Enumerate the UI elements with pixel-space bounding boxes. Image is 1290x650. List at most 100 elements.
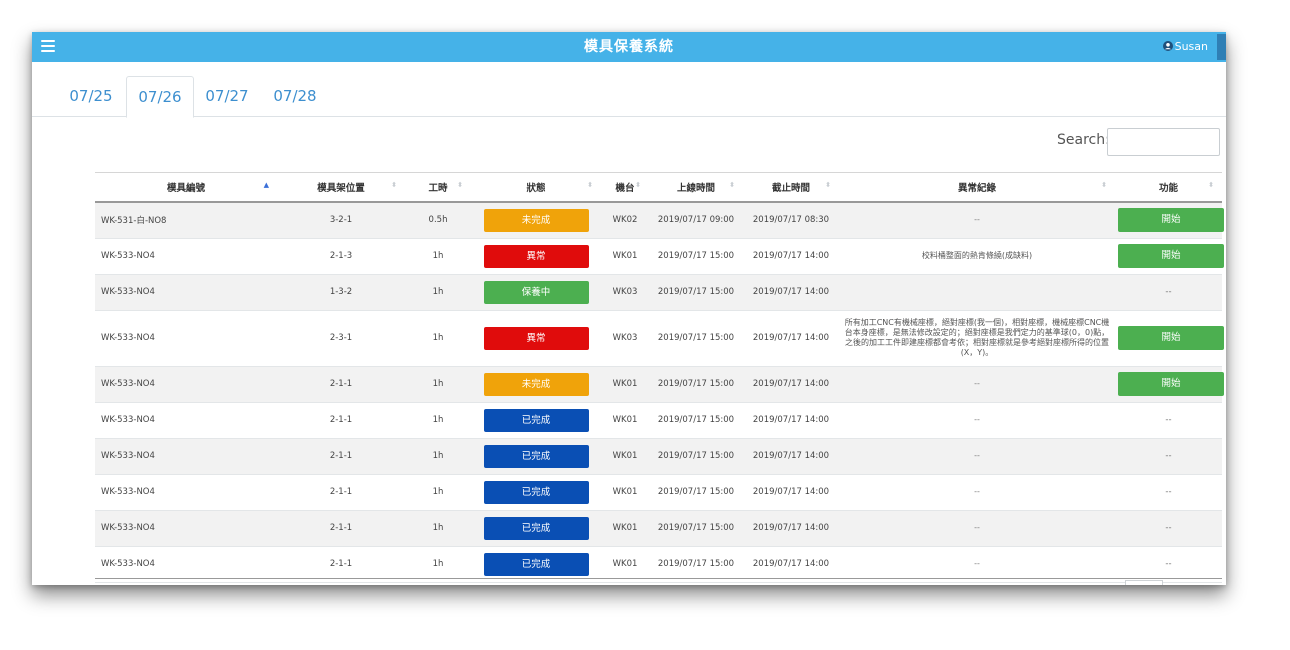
mold-code: WK-533-NO4 — [95, 510, 277, 547]
exception-note: -- — [839, 438, 1115, 475]
start-button[interactable]: 開始 — [1118, 372, 1224, 396]
action-placeholder: -- — [1115, 274, 1222, 311]
search-label: Search: — [1057, 132, 1110, 148]
start-button[interactable]: 開始 — [1118, 208, 1224, 233]
header-exception-log[interactable]: 異常紀錄 ⬍ — [839, 172, 1115, 203]
status-badge: 已完成 — [483, 552, 589, 576]
status-badge: 已完成 — [483, 516, 589, 540]
status-badge: 異常 — [483, 244, 589, 268]
online-time: 2019/07/17 15:00 — [649, 274, 743, 311]
mold-code: WK-533-NO4 — [95, 274, 277, 311]
rack-location: 2-1-1 — [277, 402, 405, 439]
mold-code: WK-533-NO4 — [95, 310, 277, 367]
action-placeholder: -- — [1115, 474, 1222, 511]
mold-code: WK-533-NO4 — [95, 402, 277, 439]
status-cell: 未完成 — [471, 366, 601, 403]
table-row: WK-533-NO4 2-1-3 1h 異常 WK01 2019/07/17 15:00 2… — [95, 238, 1224, 275]
deadline: 2019/07/17 08:30 — [743, 202, 839, 239]
header-machine[interactable]: 機台 ⬍ — [601, 172, 649, 203]
status-badge: 已完成 — [483, 408, 589, 432]
exception-note: -- — [839, 546, 1115, 583]
header-rack-location[interactable]: 模具架位置 ⬍ — [277, 172, 405, 203]
sort-icon: ⬍ — [1101, 181, 1107, 189]
online-time: 2019/07/17 15:00 — [649, 238, 743, 275]
rack-location: 2-1-3 — [277, 238, 405, 275]
tab-07-27[interactable]: 07/27 — [201, 76, 253, 116]
exception-note: 校料桶整面的熱肯條繞(成缺料) — [839, 238, 1115, 275]
maintenance-table: 模具編號 ▲ 模具架位置 ⬍ 工時 ⬍ 狀態 ⬍ 機台 ⬍ 上線時間 ⬍ 截止時間 ⬍ 異常紀… — [95, 172, 1224, 583]
search-input[interactable] — [1107, 128, 1220, 156]
status-cell: 未完成 — [471, 202, 601, 239]
status-cell: 已完成 — [471, 546, 601, 583]
deadline: 2019/07/17 14:00 — [743, 438, 839, 475]
deadline: 2019/07/17 14:00 — [743, 274, 839, 311]
deadline: 2019/07/17 14:00 — [743, 238, 839, 275]
mold-code: WK-533-NO4 — [95, 238, 277, 275]
user-icon — [1162, 41, 1173, 51]
app-title: 模具保養系統 — [584, 39, 674, 55]
work-hours: 1h — [405, 366, 471, 403]
header-function[interactable]: 功能 ⬍ — [1115, 172, 1222, 203]
work-hours: 1h — [405, 274, 471, 311]
online-time: 2019/07/17 15:00 — [649, 546, 743, 583]
deadline: 2019/07/17 14:00 — [743, 546, 839, 583]
rack-location: 2-3-1 — [277, 310, 405, 367]
work-hours: 1h — [405, 238, 471, 275]
machine: WK03 — [601, 310, 649, 367]
table-row: WK-533-NO4 2-1-1 1h 已完成 WK01 2019/07/17 15:00… — [95, 438, 1222, 475]
sort-icon: ⬍ — [587, 181, 593, 189]
table-row: WK-533-NO4 2-1-1 1h 已完成 WK01 2019/07/17 15:00… — [95, 474, 1222, 511]
mold-code: WK-531-白-NO8 — [95, 202, 277, 239]
app-window: 模具保養系統 Susan 07/25 07/26 07/27 07/28 Sea… — [32, 32, 1226, 585]
header-mold-code[interactable]: 模具編號 ▲ — [95, 172, 277, 203]
status-cell: 已完成 — [471, 510, 601, 547]
user-menu[interactable]: Susan — [1162, 32, 1208, 62]
action-placeholder: -- — [1115, 546, 1222, 583]
deadline: 2019/07/17 14:00 — [743, 474, 839, 511]
sort-icon: ⬍ — [825, 181, 831, 189]
online-time: 2019/07/17 15:00 — [649, 366, 743, 403]
status-cell: 已完成 — [471, 438, 601, 475]
sort-asc-icon: ▲ — [263, 181, 269, 189]
status-cell: 已完成 — [471, 402, 601, 439]
tab-07-28[interactable]: 07/28 — [269, 76, 321, 116]
work-hours: 1h — [405, 310, 471, 367]
action-cell: 開始 — [1115, 238, 1224, 275]
work-hours: 1h — [405, 546, 471, 583]
user-name: Susan — [1174, 40, 1208, 53]
exception-note: -- — [839, 510, 1115, 547]
sort-icon: ⬍ — [457, 181, 463, 189]
pagination[interactable] — [1125, 580, 1163, 585]
table-row: WK-533-NO4 2-1-1 1h 已完成 WK01 2019/07/17 15:00… — [95, 402, 1222, 439]
header-online-time[interactable]: 上線時間 ⬍ — [649, 172, 743, 203]
status-cell: 異常 — [471, 310, 601, 367]
exception-note: 所有加工CNC有機械座標，絕對座標(我一個)，相對座標，機械座標CNC機台本身座… — [839, 310, 1115, 367]
table-row: WK-533-NO4 1-3-2 1h 保養中 WK03 2019/07/17 15:00… — [95, 274, 1222, 311]
rack-location: 3-2-1 — [277, 202, 405, 239]
rack-location: 2-1-1 — [277, 366, 405, 403]
work-hours: 1h — [405, 510, 471, 547]
exception-note: -- — [839, 202, 1115, 239]
tab-07-26[interactable]: 07/26 — [126, 76, 194, 118]
start-button[interactable]: 開始 — [1118, 244, 1224, 268]
header-status[interactable]: 狀態 ⬍ — [471, 172, 601, 203]
header-hours[interactable]: 工時 ⬍ — [405, 172, 471, 203]
table-bottom-border — [95, 578, 1222, 579]
action-placeholder: -- — [1115, 402, 1222, 439]
sort-icon: ⬍ — [635, 181, 641, 189]
tab-07-25[interactable]: 07/25 — [65, 76, 117, 116]
online-time: 2019/07/17 15:00 — [649, 510, 743, 547]
rack-location: 2-1-1 — [277, 510, 405, 547]
table-row: WK-533-NO4 2-1-1 1h 已完成 WK01 2019/07/17 15:00… — [95, 510, 1222, 547]
machine: WK01 — [601, 438, 649, 475]
online-time: 2019/07/17 15:00 — [649, 402, 743, 439]
window-scrollbar[interactable] — [1217, 34, 1226, 60]
mold-code: WK-533-NO4 — [95, 366, 277, 403]
start-button[interactable]: 開始 — [1118, 326, 1224, 350]
header-deadline[interactable]: 截止時間 ⬍ — [743, 172, 839, 203]
rack-location: 2-1-1 — [277, 546, 405, 583]
table-row: WK-533-NO4 2-3-1 1h 異常 WK03 2019/07/17 15:00 2… — [95, 310, 1224, 367]
deadline: 2019/07/17 14:00 — [743, 366, 839, 403]
status-cell: 異常 — [471, 238, 601, 275]
rack-location: 2-1-1 — [277, 474, 405, 511]
